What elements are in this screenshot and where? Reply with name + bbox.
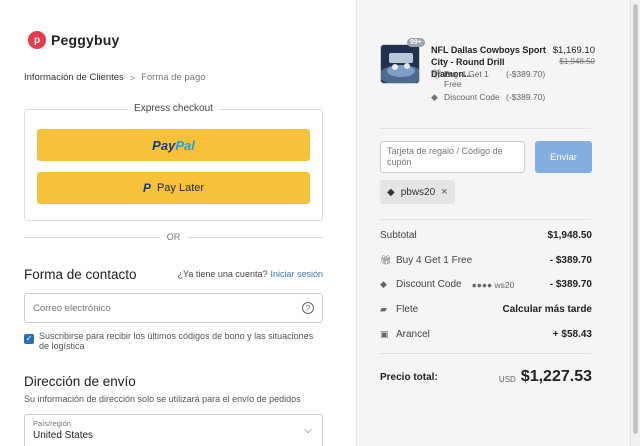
product-old-price: $1,948.50: [559, 57, 595, 66]
shipping-section-title: Dirección de envío: [24, 374, 136, 389]
gift-icon: 🎁︎: [431, 69, 443, 79]
tariff-icon: ▣: [380, 329, 389, 339]
email-placeholder: Correo electrónico: [33, 302, 111, 314]
region-value: United States: [33, 430, 94, 441]
total-label: Precio total:: [380, 371, 438, 383]
gift-card-input[interactable]: Tarjeta de regalo / Código de cupón: [380, 141, 525, 173]
tag-icon: ◆: [431, 92, 438, 102]
promo-value: - $389.70: [549, 255, 592, 266]
shipping-value: Calcular más tarde: [502, 304, 593, 315]
shipping-row: ▰ Flete Calcular más tarde: [380, 304, 592, 315]
or-divider: OR: [24, 232, 323, 242]
divider: [380, 353, 591, 354]
subscribe-checkbox[interactable]: ✓: [24, 334, 34, 344]
tariff-row: ▣ Arancel + $58.43: [380, 329, 592, 340]
logo-mark-icon: p: [28, 31, 46, 49]
applied-code-chip: ◆ pbws20 ×: [380, 180, 455, 204]
quantity-badge: 99+: [407, 38, 425, 47]
account-prompt: ¿Ya tiene una cuenta? Iniciar sesión: [177, 269, 323, 279]
express-checkout-title: Express checkout: [128, 103, 219, 114]
apply-code-button[interactable]: Enviar: [535, 141, 592, 173]
contact-section-title: Forma de contacto: [24, 267, 137, 282]
paypal-logo: PayPal: [152, 137, 195, 153]
help-icon[interactable]: ?: [302, 302, 314, 314]
email-field[interactable]: Correo electrónico ?: [24, 293, 323, 323]
item-discount-row: 🎁︎ Buy 4 Get 1 Free (-$389.70): [431, 69, 546, 89]
tag-icon: ◆: [380, 279, 387, 289]
subtotal-row: Subtotal $1,948.50: [380, 230, 592, 241]
masked-code: ●●●● ws20: [471, 279, 515, 290]
pay-later-label: Pay Later: [156, 182, 205, 194]
country-region-select[interactable]: País/región United States ⌵: [24, 414, 323, 446]
discount-code-value: - $389.70: [549, 279, 592, 290]
product-price: $1,169.10 $1,948.50: [552, 45, 595, 66]
subscribe-option[interactable]: ✓ Suscribirse para recibir los últimos c…: [24, 331, 323, 351]
breadcrumb: Información de Clientes > Forma de pago: [24, 72, 206, 83]
express-checkout-box: Express checkout PayPal P Pay Later: [24, 103, 323, 221]
cart-item: 99+ NFL Dallas Cowboys Sport City - Roun…: [380, 38, 595, 114]
paypal-button[interactable]: PayPal: [37, 129, 310, 161]
total-value: $1,227.53: [520, 368, 592, 385]
region-label: País/región: [33, 419, 71, 428]
checkout-form-panel: p Peggybuy Información de Clientes > For…: [0, 0, 356, 446]
paypal-pay-later-button[interactable]: P Pay Later: [37, 172, 310, 204]
total-row: Precio total: USD $1,227.53: [380, 368, 592, 386]
discount-code-row: ◆ Discount Code ●●●● ws20 - $389.70: [380, 279, 592, 290]
tariff-value: + $58.43: [552, 329, 592, 340]
gift-icon: 🎁︎: [380, 255, 392, 265]
product-thumbnail: [380, 44, 420, 84]
chevron-down-icon: ⌵: [304, 425, 312, 436]
tag-icon: ◆: [387, 186, 395, 198]
scrollbar[interactable]: [630, 0, 640, 446]
paypal-p-icon: P: [142, 181, 151, 195]
promo-row: 🎁︎ Buy 4 Get 1 Free - $389.70: [380, 255, 592, 266]
item-discount-code-row: ◆ Discount Code (-$389.70): [431, 92, 546, 102]
divider: [380, 128, 591, 129]
login-link[interactable]: Iniciar sesión: [270, 269, 323, 279]
applied-code-label: pbws20: [400, 186, 436, 198]
total-currency: USD: [498, 374, 516, 384]
subscribe-label: Suscribirse para recibir los últimos cód…: [39, 331, 314, 351]
order-summary-panel: 99+ NFL Dallas Cowboys Sport City - Roun…: [356, 0, 630, 446]
breadcrumb-customer-info[interactable]: Información de Clientes: [24, 72, 124, 83]
logo-text: Peggybuy: [51, 32, 120, 48]
divider: [380, 219, 591, 220]
breadcrumb-separator-icon: >: [129, 72, 136, 83]
remove-code-icon[interactable]: ×: [441, 186, 447, 198]
truck-icon: ▰: [380, 304, 387, 314]
breadcrumb-payment: Forma de pago: [141, 72, 206, 83]
subtotal-value: $1,948.50: [547, 230, 593, 241]
shipping-subtitle: Su información de dirección solo se util…: [24, 394, 301, 404]
scrollbar-thumb[interactable]: [633, 4, 638, 434]
peggybuy-logo[interactable]: p Peggybuy: [28, 31, 120, 49]
